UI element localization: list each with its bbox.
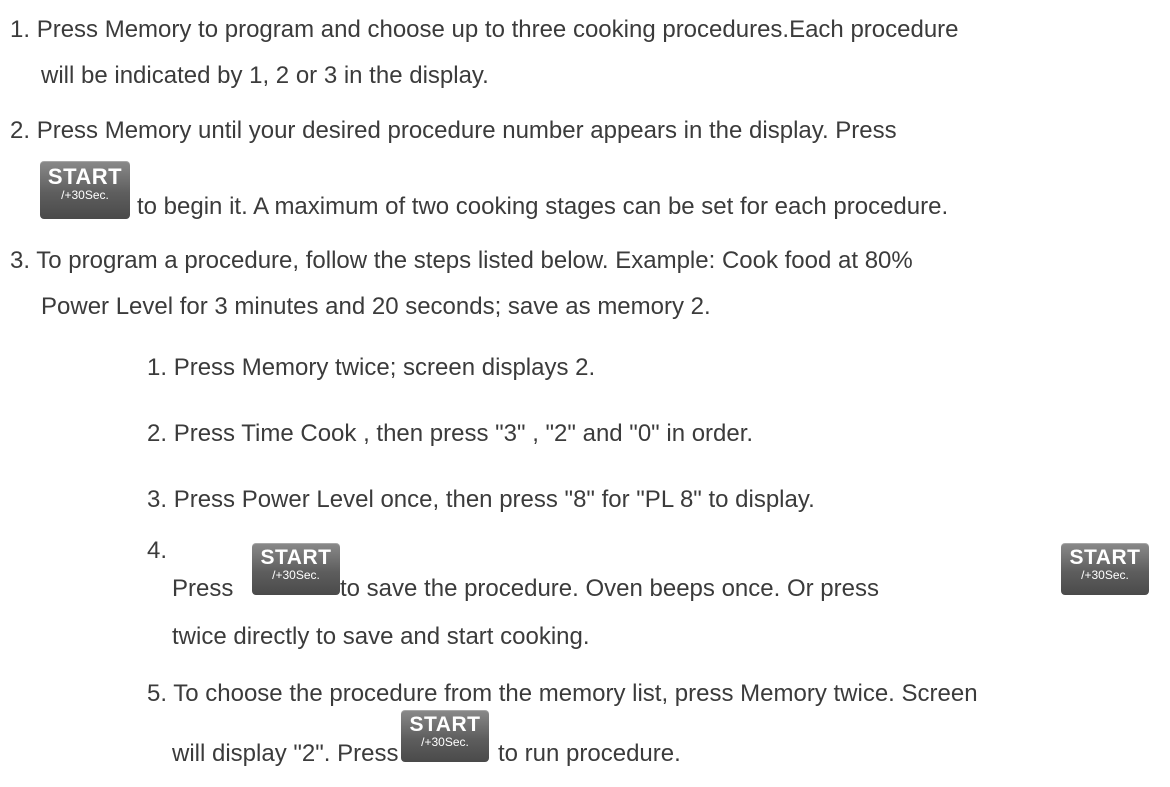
substep-1: 1. Press Memory twice; screen displays 2… xyxy=(147,354,596,381)
substep-5-line-2-prefix: will display "2". Press xyxy=(172,740,399,767)
start-button-icon: START/+30Sec. xyxy=(401,710,489,762)
step-1-line-1: 1. Press Memory to program and choose up… xyxy=(10,16,959,43)
substep-5-line-2-suffix: to run procedure. xyxy=(498,740,681,767)
substep-4-line-2: twice directly to save and start cooking… xyxy=(172,623,590,650)
step-2-line-2: to begin it. A maximum of two cooking st… xyxy=(137,193,949,220)
substep-4-text: to save the procedure. Oven beeps once. … xyxy=(340,575,879,602)
step-3-line-1: 3. To program a procedure, follow the st… xyxy=(10,247,913,274)
substep-5-line-1: 5. To choose the procedure from the memo… xyxy=(147,680,978,707)
start-button-icon: START/+30Sec. xyxy=(1061,543,1149,595)
start-button-icon: START/+30Sec. xyxy=(252,543,340,595)
substep-4-press: Press xyxy=(172,575,234,602)
substep-3: 3. Press Power Level once, then press "8… xyxy=(147,486,815,513)
step-2-line-1: 2. Press Memory until your desired proce… xyxy=(10,117,897,144)
start-button-icon: START/+30Sec. xyxy=(40,161,130,219)
substep-4-number: 4. xyxy=(147,537,168,564)
step-1-line-2: will be indicated by 1, 2 or 3 in the di… xyxy=(41,62,489,89)
substep-2: 2. Press Time Cook , then press "3" , "2… xyxy=(147,420,754,447)
step-3-line-2: Power Level for 3 minutes and 20 seconds… xyxy=(41,293,711,320)
